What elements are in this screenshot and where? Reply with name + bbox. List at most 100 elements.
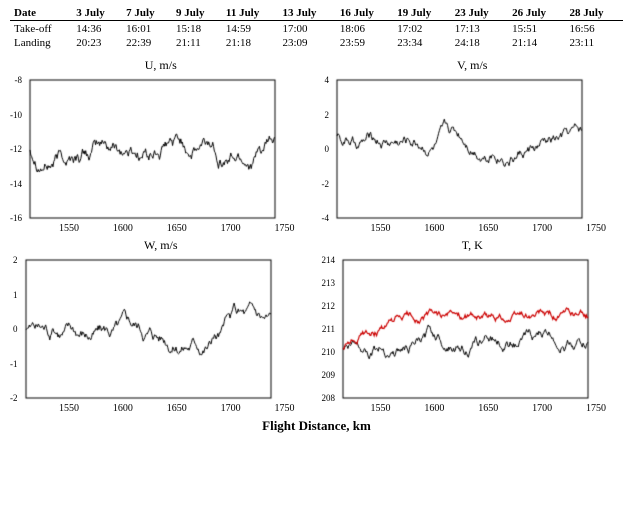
table-cell: 21:11 <box>172 36 222 50</box>
y-axis-label: -16 <box>10 213 22 223</box>
canvas-t <box>338 255 593 403</box>
table-row: Take-off14:3616:0115:1814:5917:0018:0617… <box>10 21 623 37</box>
table-header-cell: 3 July <box>72 6 122 21</box>
table-row: Landing20:2322:3921:1121:1823:0923:5923:… <box>10 36 623 50</box>
y-axis-label: 0 <box>325 144 330 154</box>
table-cell: 23:59 <box>336 36 393 50</box>
table-cell: 15:51 <box>508 21 565 37</box>
chart-v-xlabels: 1550 1600 1650 1700 1750 <box>322 223 624 234</box>
table-cell: 14:36 <box>72 21 122 37</box>
table-header-cell: 11 July <box>222 6 279 21</box>
chart-u-xlabels: 1550 1600 1650 1700 1750 <box>10 223 312 234</box>
y-axis-label: -14 <box>10 179 22 189</box>
y-axis-label: 210 <box>322 347 336 357</box>
chart-w-ylabels: 2 1 0 -1 -2 <box>10 255 21 403</box>
table-header-cell: 16 July <box>336 6 393 21</box>
y-axis-label: 2 <box>13 255 18 265</box>
x-axis-label: 1750 <box>586 403 606 414</box>
canvas-w <box>21 255 276 403</box>
table-header-cell: 26 July <box>508 6 565 21</box>
table-row-label: Landing <box>10 36 72 50</box>
x-axis-label: 1600 <box>424 403 444 414</box>
table-cell: 23:11 <box>566 36 623 50</box>
x-axis-label: 1750 <box>275 223 295 234</box>
chart-u-title: U, m/s <box>10 58 312 73</box>
table-header-cell: 19 July <box>393 6 450 21</box>
charts-grid: U, m/s -8-10-12-14-16 155016001650170017… <box>10 58 623 414</box>
x-axis-label: 1700 <box>221 223 241 234</box>
x-axis-label: 1650 <box>478 223 498 234</box>
table-body: Take-off14:3616:0115:1814:5917:0018:0617… <box>10 21 623 51</box>
chart-u: U, m/s -8 -10 -12 -14 -16 1550 1600 1650 1700 17… <box>10 58 312 234</box>
table-header-cell: Date <box>10 6 72 21</box>
flight-distance-label: Flight Distance, km <box>10 418 623 434</box>
flight-table: Date3 July7 July9 July11 July13 July16 J… <box>10 6 623 50</box>
table-cell: 20:23 <box>72 36 122 50</box>
x-axis-label: 1750 <box>275 403 295 414</box>
x-axis-label: 1550 <box>370 403 390 414</box>
chart-w: W, m/s 2 1 0 -1 -2 1550 1600 1650 1700 1750 <box>10 238 312 414</box>
canvas-v <box>332 75 587 223</box>
chart-u-ylabels: -8 -10 -12 -14 -16 <box>10 75 25 223</box>
table-cell: 23:34 <box>393 36 450 50</box>
y-axis-label: -8 <box>15 75 23 85</box>
table-cell: 17:13 <box>451 21 508 37</box>
chart-t-ylabels: 214 213 212 211 210 209 208 <box>322 255 339 403</box>
chart-v-title: V, m/s <box>322 58 624 73</box>
table-cell: 21:14 <box>508 36 565 50</box>
table-header-cell: 13 July <box>278 6 335 21</box>
y-axis-label: 212 <box>322 301 336 311</box>
x-axis-label: 1700 <box>221 403 241 414</box>
x-axis-label: 1700 <box>532 223 552 234</box>
y-axis-label: 208 <box>322 393 336 403</box>
chart-w-xlabels: 1550 1600 1650 1700 1750 <box>10 403 312 414</box>
x-axis-label: 1750 <box>586 223 606 234</box>
y-axis-label: 213 <box>322 278 336 288</box>
table-cell: 22:39 <box>122 36 172 50</box>
table-cell: 24:18 <box>451 36 508 50</box>
chart-t-title: T, K <box>322 238 624 253</box>
table-header-cell: 9 July <box>172 6 222 21</box>
y-axis-label: 0 <box>13 324 18 334</box>
canvas-u <box>25 75 280 223</box>
main-container: Date3 July7 July9 July11 July13 July16 J… <box>0 0 633 440</box>
y-axis-label: 214 <box>322 255 336 265</box>
x-axis-label: 1650 <box>167 223 187 234</box>
y-axis-label: -2 <box>10 393 18 403</box>
x-axis-label: 1600 <box>424 223 444 234</box>
x-axis-label: 1550 <box>59 223 79 234</box>
y-axis-label: -12 <box>10 144 22 154</box>
table-header-row: Date3 July7 July9 July11 July13 July16 J… <box>10 6 623 21</box>
table-header-cell: 23 July <box>451 6 508 21</box>
x-axis-label: 1600 <box>113 223 133 234</box>
x-axis-label: 1600 <box>113 403 133 414</box>
x-axis-label: 1550 <box>370 223 390 234</box>
chart-t: T, K 214213212211210209208 1550160016501… <box>322 238 624 414</box>
table-row-label: Take-off <box>10 21 72 37</box>
x-axis-label: 1650 <box>478 403 498 414</box>
y-axis-label: -1 <box>10 359 18 369</box>
y-axis-label: -4 <box>322 213 330 223</box>
chart-v: V, m/s 4 2 0 -2 -4 1550 1600 1650 1700 1750 <box>322 58 624 234</box>
x-axis-label: 1700 <box>532 403 552 414</box>
y-axis-label: 2 <box>325 110 330 120</box>
table-cell: 23:09 <box>278 36 335 50</box>
y-axis-label: 4 <box>325 75 330 85</box>
table-cell: 17:00 <box>278 21 335 37</box>
x-axis-label: 1650 <box>167 403 187 414</box>
y-axis-label: 209 <box>322 370 336 380</box>
chart-v-ylabels: 4 2 0 -2 -4 <box>322 75 333 223</box>
y-axis-label: 1 <box>13 290 18 300</box>
x-axis-label: 1550 <box>59 403 79 414</box>
table-cell: 16:01 <box>122 21 172 37</box>
y-axis-label: 211 <box>322 324 335 334</box>
table-cell: 15:18 <box>172 21 222 37</box>
y-axis-label: -2 <box>322 179 330 189</box>
table-header-cell: 7 July <box>122 6 172 21</box>
table-cell: 14:59 <box>222 21 279 37</box>
table-cell: 17:02 <box>393 21 450 37</box>
table-cell: 16:56 <box>566 21 623 37</box>
chart-t-xlabels: 1550 1600 1650 1700 1750 <box>322 403 624 414</box>
chart-w-title: W, m/s <box>10 238 312 253</box>
y-axis-label: -10 <box>10 110 22 120</box>
